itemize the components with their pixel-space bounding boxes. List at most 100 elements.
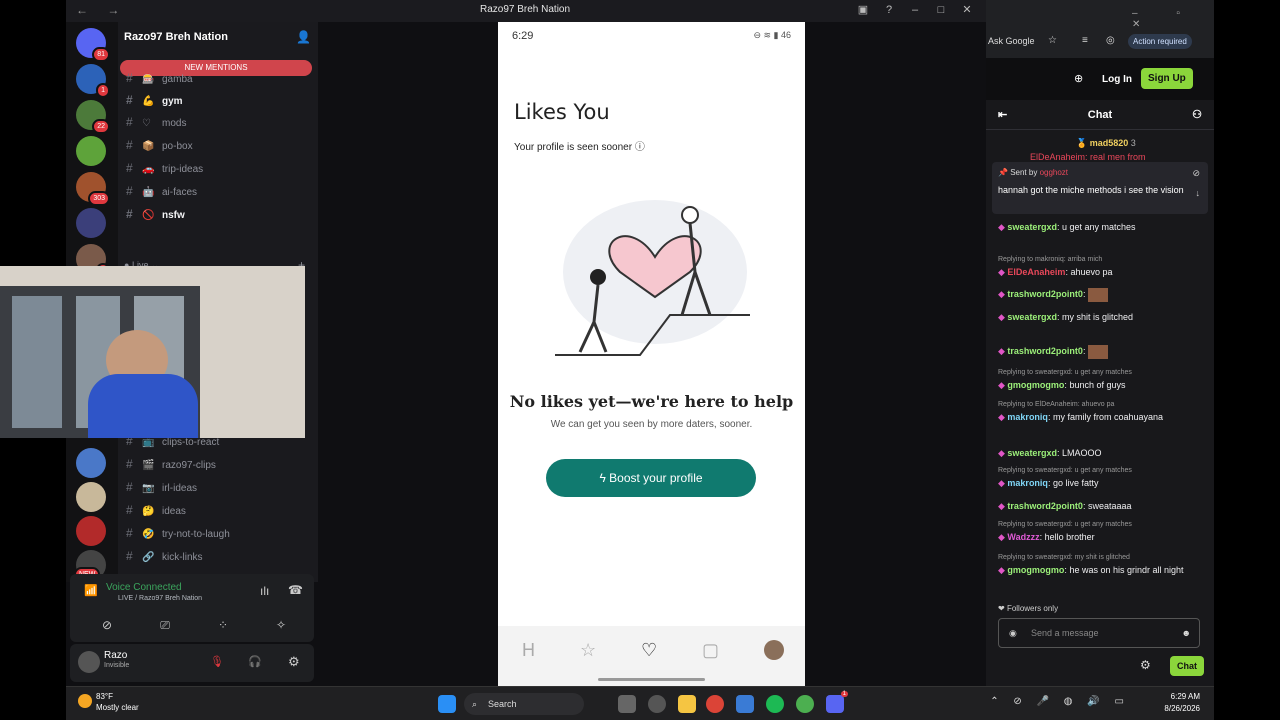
camera-off-button[interactable]: ⊘ xyxy=(82,614,132,636)
chat-message[interactable]: Replying to makroniq: arriba mich ◆ ElDeA… xyxy=(998,255,1198,279)
server-icon[interactable]: 303 xyxy=(76,172,110,206)
chat-message[interactable]: ◆ sweatergxd: u get any matches xyxy=(998,220,1198,234)
channel-item[interactable]: # 🤔 ideas xyxy=(126,500,311,520)
hinge-home-icon[interactable]: H xyxy=(522,640,535,661)
chat-username[interactable]: gmogmogmo xyxy=(1007,380,1064,390)
chat-username[interactable]: trashword2point0 xyxy=(1007,346,1083,356)
avatar[interactable] xyxy=(78,651,100,673)
reply-context[interactable]: Replying to sweatergxd: my shit is glitc… xyxy=(998,553,1198,563)
signup-button[interactable]: Sign Up xyxy=(1141,68,1193,89)
maximize-button[interactable]: □ xyxy=(928,4,954,16)
close-button[interactable]: ✕ xyxy=(954,3,980,16)
soundboard-button[interactable]: ✧ xyxy=(256,614,306,636)
discord-icon[interactable]: 1 xyxy=(826,691,848,713)
file-explorer-icon[interactable] xyxy=(678,695,696,713)
star-icon[interactable]: ☆ xyxy=(580,640,596,661)
server-icon[interactable] xyxy=(76,482,106,512)
channel-item[interactable]: # ♡ mods xyxy=(126,112,311,132)
chat-username[interactable]: gmogmogmo xyxy=(1007,565,1064,575)
chat-username[interactable]: Wadzzz xyxy=(1007,532,1039,542)
reply-context[interactable]: Replying to ElDeAnaheim: ahuevo pa xyxy=(998,400,1198,410)
login-button[interactable]: Log In xyxy=(1102,74,1132,85)
chrome-icon[interactable] xyxy=(706,695,724,713)
chat-username[interactable]: sweatergxd xyxy=(1007,312,1057,322)
add-member-icon[interactable]: 👤 xyxy=(296,30,311,44)
weather-widget[interactable]: 83°F Mostly clear xyxy=(78,691,139,713)
channel-item[interactable]: # 🚗 trip-ideas xyxy=(126,158,311,178)
gear-icon[interactable]: ⚙ xyxy=(288,654,300,670)
chat-send-button[interactable]: Chat xyxy=(1170,656,1204,676)
deafen-icon[interactable]: 🎧 xyxy=(248,655,262,668)
chat-message[interactable]: ◆ trashword2point0: sweataaaa xyxy=(998,499,1198,513)
chat-message[interactable]: ◆ trashword2point0: xyxy=(998,344,1198,359)
account-icon[interactable]: ◎ xyxy=(1106,35,1115,46)
voice-status[interactable]: Voice Connected xyxy=(106,582,182,593)
server-icon[interactable] xyxy=(76,136,106,166)
chat-message[interactable]: Replying to sweatergxd: my shit is glitc… xyxy=(998,553,1198,577)
search-box[interactable]: ⌕ Search xyxy=(464,693,584,715)
chat-message[interactable]: Replying to sweatergxd: u get any matche… xyxy=(998,466,1198,490)
system-tray[interactable]: ⌃ ⊘ 🎤 ◍ 🔊 ▭ xyxy=(990,696,1130,707)
chat-username[interactable]: ElDeAnaheim xyxy=(1007,267,1065,277)
mute-icon[interactable]: 🎙 xyxy=(210,655,224,668)
chat-message[interactable]: Replying to ElDeAnaheim: ahuevo pa ◆ makr… xyxy=(998,400,1198,424)
channel-item[interactable]: # 🎬 razo97-clips xyxy=(126,454,311,474)
ask-google-button[interactable]: Ask Google xyxy=(988,36,1035,46)
hide-icon[interactable]: ⊘ xyxy=(1192,168,1200,179)
minimize-button[interactable]: – xyxy=(902,4,928,16)
chat-username[interactable]: trashword2point0 xyxy=(1007,289,1083,299)
chat-message[interactable]: Replying to sweatergxd: u get any matche… xyxy=(998,520,1198,544)
chat-username[interactable]: makroniq xyxy=(1007,412,1048,422)
chat-username[interactable]: sweatergxd xyxy=(1007,448,1057,458)
chat-message[interactable]: ◆ sweatergxd: my shit is glitched xyxy=(998,310,1198,324)
inbox-icon[interactable]: ▣ xyxy=(850,3,876,16)
server-icon[interactable]: 1 xyxy=(76,64,110,98)
channel-item[interactable]: # 🔗 kick-links xyxy=(126,546,311,566)
chat-bubble-icon[interactable]: ▢ xyxy=(702,640,719,661)
server-name[interactable]: Razo97 Breh Nation xyxy=(124,31,228,43)
smiley-icon[interactable]: ☻ xyxy=(1182,619,1191,647)
app-icon[interactable] xyxy=(648,695,666,713)
emote-icon[interactable]: ◉ xyxy=(1009,619,1017,647)
reply-context[interactable]: Replying to makroniq: arriba mich xyxy=(998,255,1198,265)
channel-item[interactable]: # 🤣 try-not-to-laugh xyxy=(126,523,311,543)
server-icon[interactable] xyxy=(76,208,106,238)
globe-icon[interactable]: ⊕ xyxy=(1074,72,1083,85)
disconnect-icon[interactable]: ☎ xyxy=(288,583,303,597)
chrome-profile-icon[interactable] xyxy=(796,695,814,713)
boost-profile-button[interactable]: ϟ Boost your profile xyxy=(546,459,756,497)
home-server-icon[interactable]: 81 xyxy=(76,28,110,62)
channel-item[interactable]: # 📦 po-box xyxy=(126,135,311,155)
window-controls[interactable]: – ▫ ✕ xyxy=(1132,8,1214,30)
collapse-icon[interactable]: ⇤ xyxy=(998,104,1007,126)
photos-icon[interactable] xyxy=(736,695,754,713)
server-icon[interactable]: 22 xyxy=(76,100,110,134)
chat-username[interactable]: trashword2point0 xyxy=(1007,501,1083,511)
chat-message[interactable]: ◆ sweatergxd: LMAOOO xyxy=(998,446,1198,460)
chat-username[interactable]: sweatergxd xyxy=(1007,222,1057,232)
username[interactable]: Razo xyxy=(104,650,127,661)
channel-item[interactable]: # 🎰 gamba xyxy=(126,68,311,88)
reply-context[interactable]: Replying to sweatergxd: u get any matche… xyxy=(998,520,1198,530)
channel-item[interactable]: # 📷 irl-ideas xyxy=(126,477,311,497)
server-icon[interactable] xyxy=(76,516,106,546)
chat-username[interactable]: makroniq xyxy=(1007,478,1048,488)
screen-share-button[interactable]: ⎚ xyxy=(140,614,190,636)
back-forward-icons[interactable]: ← → xyxy=(76,3,127,17)
action-required-badge[interactable]: Action required xyxy=(1128,34,1192,49)
channel-item[interactable]: # 🚫 nsfw xyxy=(126,204,311,224)
gear-icon[interactable]: ⚙ xyxy=(1140,658,1151,672)
community-icon[interactable]: ⚇ xyxy=(1192,104,1202,126)
activities-button[interactable]: ⁘ xyxy=(198,614,248,636)
start-icon[interactable] xyxy=(438,695,456,713)
reply-context[interactable]: Replying to sweatergxd: u get any matche… xyxy=(998,368,1198,378)
expand-icon[interactable]: ↓ xyxy=(1196,188,1201,198)
server-icon[interactable] xyxy=(76,448,106,478)
star-icon[interactable]: ☆ xyxy=(1048,35,1057,46)
send-message-input[interactable]: ◉ Send a message ☻ xyxy=(998,618,1200,648)
clock[interactable]: 6:29 AM 8/26/2026 xyxy=(1164,691,1200,715)
profile-avatar[interactable] xyxy=(764,640,784,660)
channel-item[interactable]: # 💪 gym xyxy=(126,90,311,110)
heart-icon[interactable]: ♡ xyxy=(641,640,657,661)
voice-channel[interactable]: LIVE / Razo97 Breh Nation xyxy=(118,595,202,602)
